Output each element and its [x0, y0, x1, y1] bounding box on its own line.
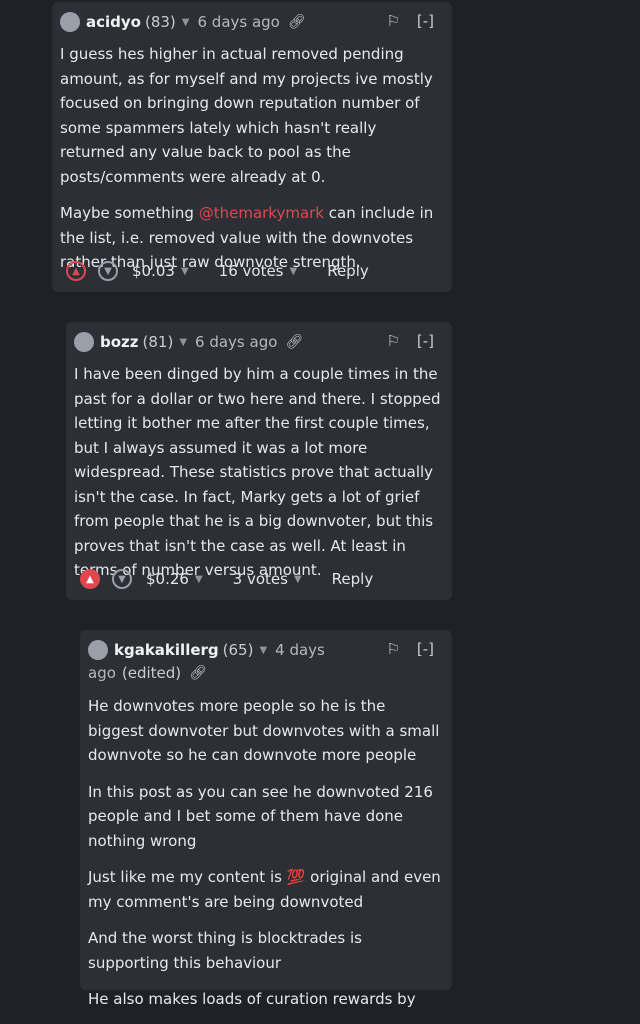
collapse-toggle[interactable]: [-] [417, 640, 434, 658]
link-icon[interactable]: 🔗︎ [288, 14, 306, 30]
comment-paragraph: I have been dinged by him a couple times… [74, 365, 441, 579]
collapse-toggle[interactable]: [-] [417, 332, 434, 350]
comment-card: acidyo (83) ▼ 6 days ago 🔗︎ ⚐ [-] I gues… [52, 2, 452, 292]
votes-count[interactable]: 16 votes [219, 262, 284, 280]
payout-value[interactable]: $0.03 [132, 262, 175, 280]
votes-count[interactable]: 3 votes [233, 570, 288, 588]
edited-label: (edited) [121, 664, 182, 682]
link-icon[interactable]: 🔗︎ [189, 665, 207, 681]
comment-body: I guess hes higher in actual removed pen… [60, 42, 440, 287]
timestamp[interactable]: ago [88, 664, 116, 682]
link-icon[interactable]: 🔗︎ [285, 334, 303, 350]
comment-footer: ▲ ▼ $0.26 ▼ 3 votes ▼ Reply [80, 564, 438, 594]
upvote-icon[interactable]: ▲ [80, 569, 100, 589]
author-reputation: (83) [144, 13, 176, 31]
author-name[interactable]: bozz [100, 333, 139, 351]
chevron-down-icon[interactable]: ▼ [259, 645, 267, 656]
comment-card: bozz (81) ▼ 6 days ago 🔗︎ ⚐ [-] I have b… [66, 322, 452, 600]
timestamp[interactable]: 4 days [275, 641, 325, 659]
chevron-down-icon[interactable]: ▼ [182, 17, 190, 28]
author-name[interactable]: kgakakillerg [114, 641, 219, 659]
chevron-down-icon[interactable]: ▼ [181, 266, 189, 277]
flag-icon[interactable]: ⚐ [387, 332, 400, 350]
comment-body: I have been dinged by him a couple times… [74, 362, 442, 595]
reply-button[interactable]: Reply [332, 570, 374, 588]
chevron-down-icon[interactable]: ▼ [179, 337, 187, 348]
author-name[interactable]: acidyo [86, 13, 141, 31]
downvote-icon[interactable]: ▼ [112, 569, 132, 589]
comment-paragraph: In this post as you can see he downvoted… [88, 782, 433, 850]
timestamp[interactable]: 6 days ago [195, 333, 277, 351]
upvote-icon[interactable]: ▲ [66, 261, 86, 281]
chevron-down-icon[interactable]: ▼ [195, 574, 203, 585]
comment-body: He downvotes more people so he is the bi… [88, 694, 444, 1024]
user-mention-link[interactable]: @themarkymark [199, 204, 324, 222]
avatar[interactable] [74, 332, 94, 352]
downvote-icon[interactable]: ▼ [98, 261, 118, 281]
comment-paragraph: And the worst thing is blocktrades is su… [88, 929, 362, 972]
chevron-down-icon[interactable]: ▼ [294, 574, 302, 585]
avatar[interactable] [60, 12, 80, 32]
flag-icon[interactable]: ⚐ [387, 12, 400, 30]
comment-paragraph: Just like me my content is 💯 original an… [88, 868, 441, 911]
collapse-toggle[interactable]: [-] [417, 12, 434, 30]
timestamp-continued: ago (edited) 🔗︎ [88, 664, 207, 682]
comment-paragraph: He also makes loads of curation rewards … [88, 990, 416, 1008]
comment-footer: ▲ ▼ $0.03 ▼ 16 votes ▼ Reply [66, 256, 438, 286]
reply-button[interactable]: Reply [327, 262, 369, 280]
comment-paragraph: He downvotes more people so he is the bi… [88, 697, 440, 764]
flag-icon[interactable]: ⚐ [387, 640, 400, 658]
author-reputation: (81) [142, 333, 174, 351]
comment-paragraph: I guess hes higher in actual removed pen… [60, 45, 433, 186]
chevron-down-icon[interactable]: ▼ [290, 266, 298, 277]
payout-value[interactable]: $0.26 [146, 570, 189, 588]
paragraph-text: Maybe something [60, 204, 199, 222]
author-reputation: (65) [222, 641, 254, 659]
comment-card: kgakakillerg (65) ▼ 4 days ⚐ [-] ago (ed… [80, 630, 452, 1008]
avatar[interactable] [88, 640, 108, 660]
timestamp[interactable]: 6 days ago [197, 13, 279, 31]
